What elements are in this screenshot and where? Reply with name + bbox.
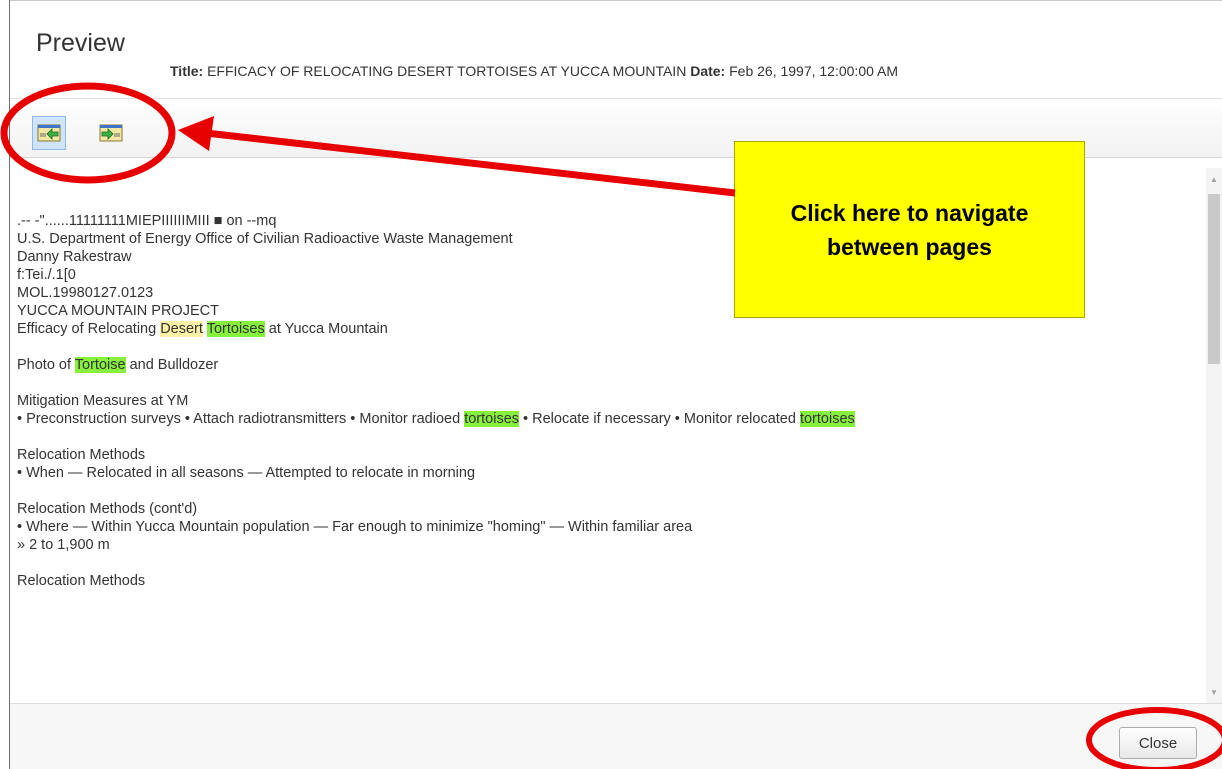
scroll-thumb[interactable] — [1208, 194, 1220, 364]
title-label: Title: — [170, 63, 204, 79]
preview-dialog: Preview Title: EFFICACY OF RELOCATING DE… — [10, 0, 1222, 769]
text-segment: Photo of — [17, 357, 75, 373]
text-segment: and Bulldozer — [125, 357, 219, 373]
search-highlight: Desert — [160, 321, 203, 337]
date-label: Date: — [690, 63, 726, 79]
window-edge — [0, 0, 10, 769]
efficacy-line: Efficacy of Relocating Desert Tortoises … — [17, 320, 1197, 338]
photo-line: Photo of Tortoise and Bulldozer — [17, 356, 1197, 374]
section-heading: Mitigation Measures at YM — [17, 393, 189, 409]
dialog-title: Preview — [36, 29, 125, 57]
dialog-header: Preview Title: EFFICACY OF RELOCATING DE… — [10, 0, 1222, 98]
text-line: • When — Relocated in all seasons — Atte… — [17, 465, 476, 481]
dialog-footer: Close — [10, 703, 1222, 769]
screen: Preview Title: EFFICACY OF RELOCATING DE… — [0, 0, 1222, 769]
mitigation-line: • Preconstruction surveys • Attach radio… — [17, 410, 1197, 428]
next-page-icon — [99, 124, 123, 142]
close-button[interactable]: Close — [1119, 727, 1197, 759]
search-highlight: tortoises — [464, 411, 520, 427]
text-segment: • Relocate if necessary • Monitor reloca… — [519, 411, 800, 427]
section-heading: Relocation Methods (cont'd) — [17, 501, 198, 517]
previous-page-button[interactable] — [32, 116, 66, 150]
text-segment: • Preconstruction surveys • Attach radio… — [17, 411, 465, 427]
text-line: • Where — Within Yucca Mountain populati… — [17, 519, 693, 535]
text-line: » 2 to 1,900 m — [17, 537, 110, 553]
search-highlight: tortoises — [799, 411, 855, 427]
callout-text: Click here to navigate between pages — [790, 199, 1029, 260]
scroll-up-icon[interactable]: ▲ — [1206, 170, 1222, 188]
text-segment: Efficacy of Relocating — [17, 321, 161, 337]
next-page-button[interactable] — [94, 116, 128, 150]
document-date: Feb 26, 1997, 12:00:00 AM — [729, 63, 899, 79]
scroll-down-icon[interactable]: ▼ — [1206, 683, 1222, 701]
vertical-scrollbar[interactable]: ▲ ▼ — [1206, 168, 1222, 703]
document-meta: Title: EFFICACY OF RELOCATING DESERT TOR… — [170, 63, 898, 79]
search-highlight: Tortoises — [206, 321, 265, 337]
text-segment: at Yucca Mountain — [264, 321, 388, 337]
annotation-callout: Click here to navigate between pages — [734, 141, 1085, 318]
previous-page-icon — [37, 124, 61, 142]
document-title: EFFICACY OF RELOCATING DESERT TORTOISES … — [207, 63, 687, 79]
search-highlight: Tortoise — [74, 357, 126, 373]
section-heading: Relocation Methods — [17, 447, 146, 463]
section-heading: Relocation Methods — [17, 573, 146, 589]
